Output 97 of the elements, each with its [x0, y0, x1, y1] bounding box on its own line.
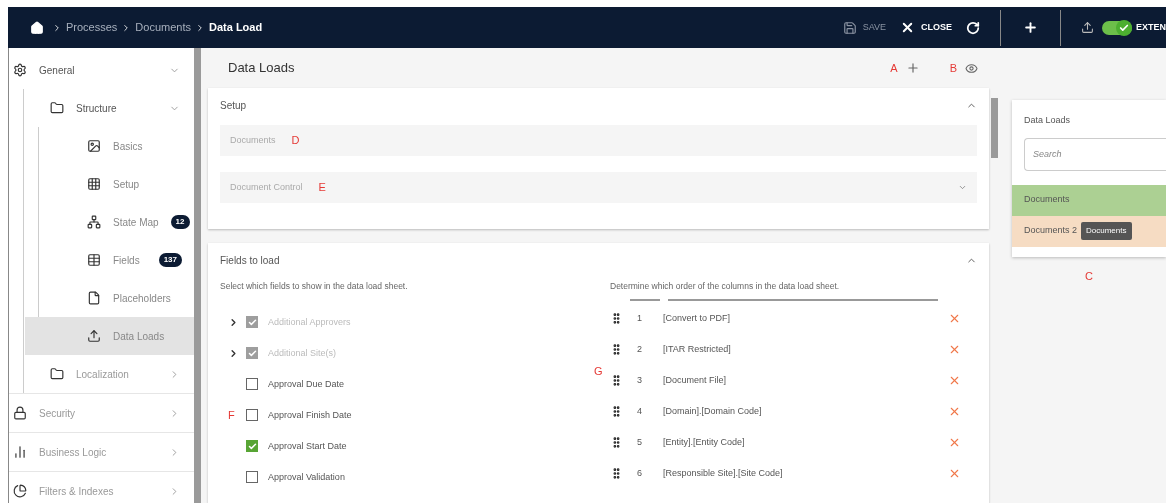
sidebar-item[interactable]: Business Logic [9, 433, 194, 471]
item-label: Structure [76, 101, 118, 116]
hint-text: Select which fields to show in the data load sheet. [220, 280, 409, 293]
annotation-letter: B [949, 60, 957, 76]
annotation-letter: F [228, 408, 235, 423]
item-icon [87, 177, 101, 191]
item-icon [87, 215, 101, 229]
section-icon [13, 406, 27, 420]
card-title: Data Loads [1023, 114, 1072, 127]
field-label: Approval Finish Date [268, 408, 352, 422]
checkbox[interactable] [246, 440, 258, 453]
chevron-icon [195, 22, 205, 33]
column-name: [Entity].[Entity Code] [663, 435, 746, 449]
sidebar-item[interactable]: Data Loads [25, 317, 194, 355]
section-icon [13, 445, 27, 459]
item-icon [87, 329, 101, 343]
column-name: [Responsible Site].[Site Code] [663, 466, 784, 480]
save-icon [842, 20, 857, 35]
eye-icon[interactable] [965, 61, 978, 75]
folder-icon [50, 101, 64, 115]
toggle-label: EXTEN [1136, 20, 1166, 34]
page-title: Data Loads [228, 59, 296, 78]
sidebar-item[interactable]: Fields 137 [25, 241, 194, 279]
order-number: 2 [637, 342, 643, 356]
field-label: Additional Approvers [268, 315, 351, 329]
add-icon[interactable] [1023, 20, 1038, 35]
breadcrumb-link[interactable]: Documents [135, 19, 191, 36]
card-title: Fields to load [220, 254, 281, 268]
chevron-icon [52, 22, 62, 33]
item-icon [87, 291, 101, 305]
upload-icon[interactable] [1081, 21, 1094, 34]
item-label: General [39, 63, 76, 78]
field-label: Additional Site(s) [268, 346, 337, 360]
close-button[interactable]: CLOSE [899, 20, 952, 35]
dropdown-icon [958, 183, 967, 192]
sidebar-item[interactable]: Localization [24, 355, 194, 393]
annotation-letter: C [1085, 269, 1093, 282]
column-name: [Document File] [663, 373, 728, 387]
sidebar-item[interactable]: Placeholders [25, 279, 194, 317]
sidebar-item[interactable]: Filters & Indexes [9, 472, 194, 503]
tooltip: Documents [1081, 222, 1132, 240]
search-field[interactable]: Search [1024, 137, 1166, 171]
count-badge: 137 [158, 253, 182, 267]
hint-text: Determine which order of the columns in the data load sheet. [610, 280, 841, 293]
order-number: 6 [637, 466, 643, 480]
annotation-letter: G [594, 365, 603, 377]
item-label: Setup [113, 177, 141, 192]
item-label: Business Logic [39, 445, 108, 460]
item-label: Security [39, 406, 77, 421]
input-field[interactable]: Documents D [220, 125, 977, 156]
field-label: Approval Start Date [268, 439, 347, 453]
item-label: State Map [113, 215, 159, 230]
refresh-icon[interactable] [966, 20, 980, 35]
annotation-letter: E [318, 180, 326, 196]
column-name: [Domain].[Domain Code] [663, 404, 763, 418]
order-number: 5 [637, 435, 643, 449]
select-field[interactable]: Document Control E [220, 172, 977, 203]
breadcrumb-link[interactable]: Processes [66, 19, 118, 36]
column-name: [Convert to PDF] [663, 311, 732, 325]
sidebar-item[interactable]: Structure [24, 89, 194, 127]
count-badge: 12 [170, 215, 190, 229]
section-icon [13, 484, 27, 498]
annotation-letter: D [291, 133, 300, 149]
folder-icon [50, 367, 64, 381]
sidebar-item[interactable]: State Map 12 [25, 203, 194, 241]
annotation-letter: A [890, 60, 898, 76]
column-name: [ITAR Restricted] [663, 342, 732, 356]
card-title: Setup [220, 99, 248, 113]
section-icon [13, 63, 27, 77]
check-icon [1119, 22, 1129, 33]
sidebar-item[interactable]: Basics [25, 127, 194, 165]
list-item[interactable]: Documents [1012, 184, 1166, 216]
item-label: Data Loads [113, 329, 166, 344]
item-label: Placeholders [113, 291, 172, 306]
item-label: Fields [113, 253, 141, 268]
item-label: Basics [113, 139, 144, 154]
list-item[interactable]: Documents 2 Documents [1012, 215, 1166, 247]
item-label: Filters & Indexes [39, 484, 115, 499]
item-icon [87, 253, 101, 267]
toggle-switch[interactable] [1102, 20, 1132, 35]
item-icon [87, 139, 101, 153]
content-scrollbar[interactable] [991, 98, 998, 158]
order-number: 3 [637, 373, 643, 387]
order-number: 1 [637, 311, 643, 325]
breadcrumb-link[interactable]: Data Load [209, 19, 263, 36]
home-icon[interactable] [30, 20, 44, 35]
item-label: Localization [76, 367, 130, 382]
checkbox[interactable] [246, 378, 258, 391]
order-number: 4 [637, 404, 643, 418]
sidebar-item[interactable]: Security [9, 394, 194, 432]
sidebar-item[interactable]: General [9, 51, 194, 89]
sidebar-item[interactable]: Setup [25, 165, 194, 203]
checkbox[interactable] [246, 409, 258, 422]
sidebar-scrollbar[interactable] [194, 48, 201, 503]
field-label: Approval Validation [268, 470, 345, 484]
checkbox[interactable] [246, 471, 258, 484]
field-label: Approval Due Date [268, 377, 345, 391]
